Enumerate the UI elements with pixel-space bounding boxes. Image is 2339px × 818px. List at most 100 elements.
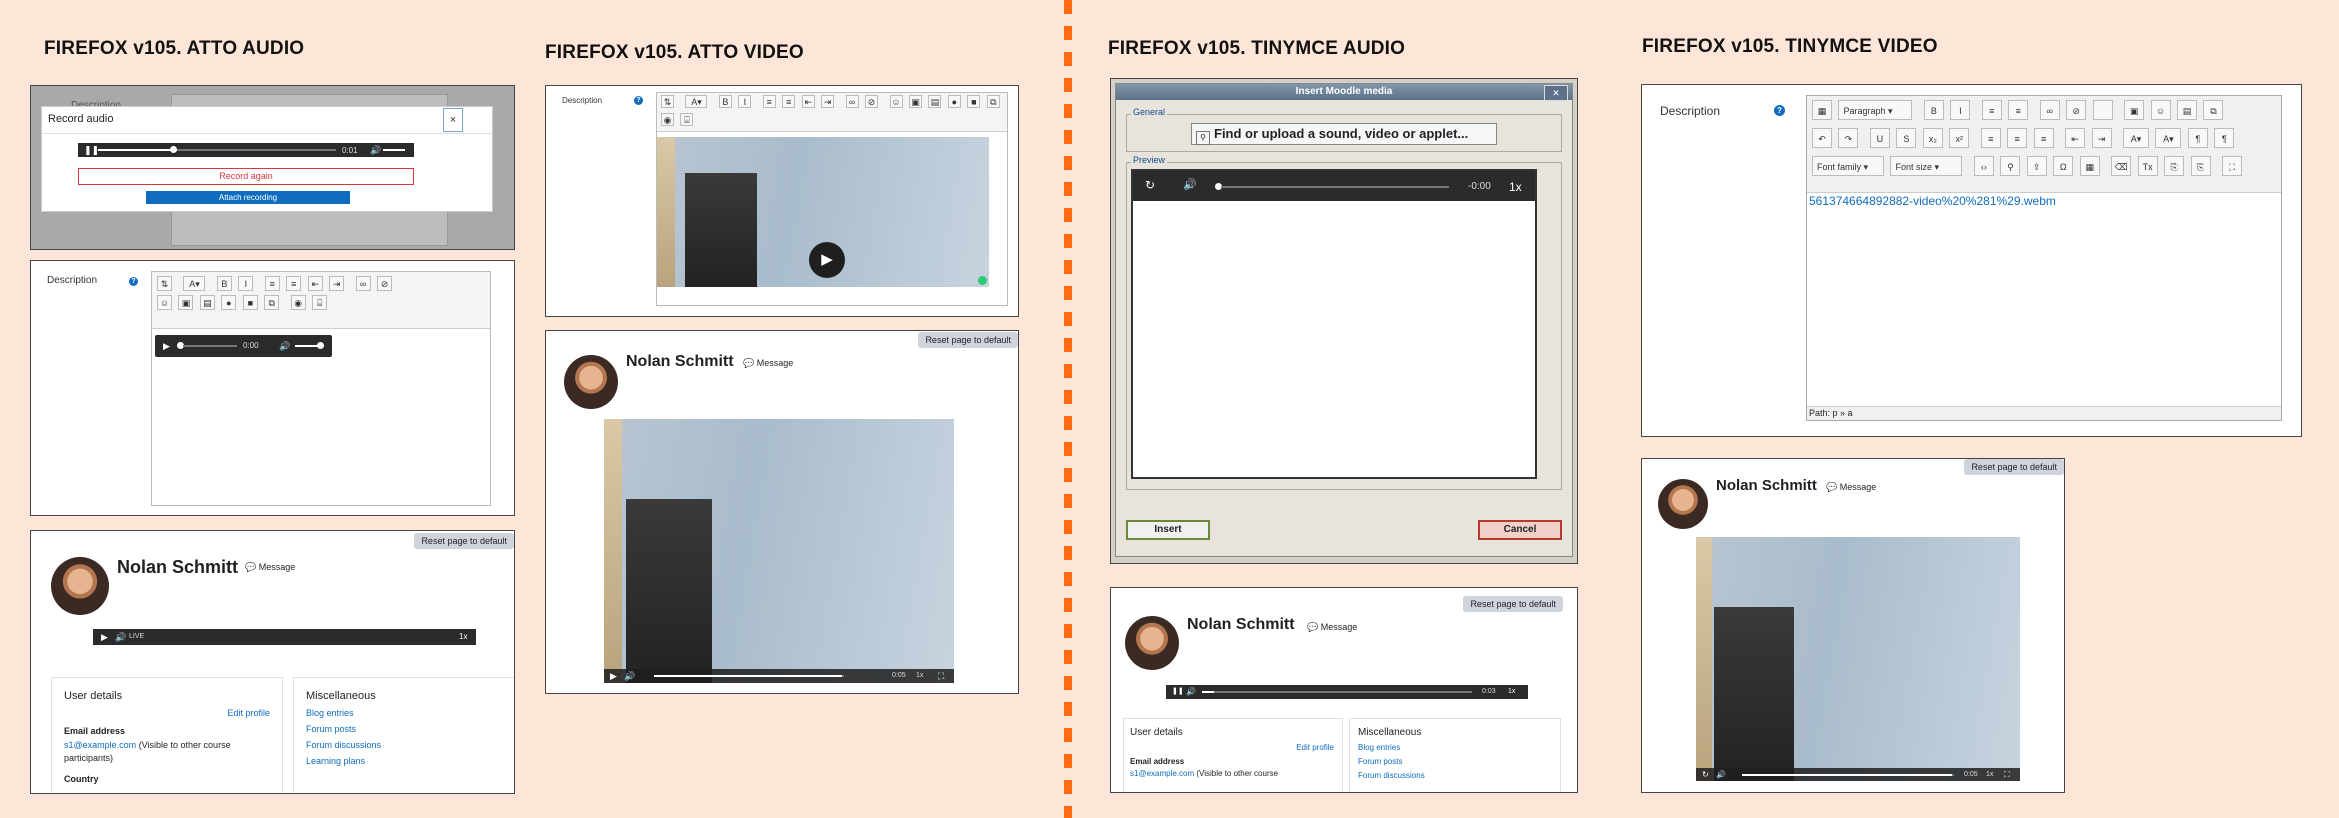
superscript-icon[interactable]: x² (1949, 128, 1970, 148)
strikethrough-icon[interactable]: S (1896, 128, 1917, 148)
redo-icon[interactable]: ↷ (1838, 128, 1859, 148)
speed-control[interactable]: 1x (916, 672, 923, 679)
speed-control[interactable]: 1x (459, 632, 467, 641)
toolbar-toggle-icon[interactable]: ▦ (1812, 100, 1832, 120)
bullet-list-icon[interactable]: ≡ (264, 276, 280, 291)
italic-icon[interactable]: I (238, 276, 254, 291)
atto-editor[interactable]: ⇅ A▾ B I ≡ ≡ ⇤ ⇥ ∞ ⊘ ☺ ▣ ▤ ● ■ ⧉ ◉ ⌸ (656, 92, 1008, 306)
tinymce-editor[interactable]: ▦ Paragraph ▾ B I ≡ ≡ ∞ ⊘ ▣ ☺ ▤ ⧉ ↶ ↷ U … (1806, 95, 2282, 421)
unlink-icon[interactable]: ⊘ (865, 95, 879, 108)
speed-control[interactable]: 1x (1509, 180, 1522, 194)
avatar[interactable] (564, 355, 618, 409)
avatar[interactable] (1658, 479, 1708, 529)
media-icon[interactable]: ▤ (199, 295, 215, 310)
bullet-list-icon[interactable]: ≡ (1981, 100, 2002, 120)
numbered-list-icon[interactable]: ≡ (286, 276, 302, 291)
message-link[interactable]: 💬 Message (245, 562, 295, 573)
paragraph-select[interactable]: Paragraph ▾ (1838, 100, 1913, 120)
pause-icon[interactable]: ❚❚ (1172, 687, 1184, 697)
volume-handle[interactable] (317, 342, 324, 349)
html-icon[interactable]: ⌸ (680, 113, 694, 126)
find-upload-button[interactable]: ⚲ Find or upload a sound, video or applet… (1191, 123, 1497, 145)
volume-icon[interactable]: 🔊 (115, 632, 126, 642)
table-icon[interactable]: ▦ (2079, 156, 2100, 176)
outdent-icon[interactable]: ⇤ (2065, 128, 2086, 148)
collapse-icon[interactable]: ⇅ (157, 276, 172, 291)
link-icon[interactable]: ∞ (2039, 100, 2060, 120)
indent-icon[interactable]: ⇥ (329, 276, 345, 291)
upload-icon[interactable]: ⇪ (2026, 156, 2047, 176)
image-icon[interactable]: ▣ (908, 95, 922, 108)
reset-page-button[interactable]: Reset page to default (918, 332, 1018, 348)
code-icon[interactable]: ‹› (1973, 156, 1994, 176)
speed-control[interactable]: 1x (1986, 771, 1993, 778)
profile-video[interactable]: ↻ 🔊 0:05 1x ⛶ (1696, 537, 2020, 781)
italic-icon[interactable]: I (738, 95, 752, 108)
text-color-icon[interactable]: A▾ (2122, 128, 2149, 148)
volume-icon[interactable]: 🔊 (1183, 180, 1197, 191)
anchor-icon[interactable] (2092, 100, 2113, 120)
blog-entries-link[interactable]: Blog entries (306, 708, 354, 718)
bold-icon[interactable]: B (718, 95, 732, 108)
paste-word-icon[interactable]: ⎘ (2190, 156, 2211, 176)
cancel-button[interactable]: Cancel (1478, 520, 1562, 540)
insert-button[interactable]: Insert (1126, 520, 1210, 540)
record-video-icon[interactable]: ■ (242, 295, 258, 310)
subscript-icon[interactable]: x₂ (1922, 128, 1943, 148)
atto-editor[interactable]: ⇅ A▾ B I ≡ ≡ ⇤ ⇥ ∞ ⊘ ☺ ▣ ▤ ● ■ ⧉ ◉ ⌸ (151, 271, 491, 506)
link-icon[interactable]: ∞ (845, 95, 859, 108)
collapse-icon[interactable]: ⇅ (661, 95, 674, 108)
bold-icon[interactable]: B (1923, 100, 1944, 120)
ltr-icon[interactable]: ¶ (2187, 128, 2208, 148)
unlink-icon[interactable]: ⊘ (2066, 100, 2087, 120)
edit-profile-link[interactable]: Edit profile (1296, 743, 1334, 752)
avatar[interactable] (51, 557, 109, 615)
edit-profile-link[interactable]: Edit profile (227, 708, 270, 718)
text-style-icon[interactable]: A▾ (685, 95, 708, 108)
message-link[interactable]: 💬 Message (743, 358, 793, 369)
help-icon[interactable]: ? (129, 277, 138, 286)
attach-recording-button[interactable]: Attach recording (146, 191, 350, 204)
reset-page-button[interactable]: Reset page to default (414, 533, 514, 549)
indent-icon[interactable]: ⇥ (821, 95, 835, 108)
indent-icon[interactable]: ⇥ (2091, 128, 2112, 148)
numbered-list-icon[interactable]: ≡ (2008, 100, 2029, 120)
play-icon[interactable]: ▶ (163, 341, 170, 351)
italic-icon[interactable]: I (1950, 100, 1971, 120)
link-icon[interactable]: ∞ (355, 276, 371, 291)
record-video-icon[interactable]: ■ (967, 95, 981, 108)
volume-icon[interactable]: 🔊 (279, 341, 290, 351)
reset-page-button[interactable]: Reset page to default (1964, 459, 2064, 475)
fullscreen-icon[interactable]: ⛶ (2221, 156, 2242, 176)
accessibility-icon[interactable]: ◉ (290, 295, 306, 310)
record-audio-icon[interactable]: ● (947, 95, 961, 108)
align-right-icon[interactable]: ≡ (2033, 128, 2054, 148)
numbered-list-icon[interactable]: ≡ (782, 95, 796, 108)
close-icon[interactable]: ✕ (1544, 85, 1568, 101)
help-icon[interactable]: ? (1774, 105, 1785, 116)
find-icon[interactable]: ⚲ (2000, 156, 2021, 176)
paste-text-icon[interactable]: ⎘ (2164, 156, 2185, 176)
clear-format-icon[interactable]: Tx (2137, 156, 2158, 176)
volume-icon[interactable]: 🔊 (370, 145, 381, 155)
forum-discussions-link[interactable]: Forum discussions (1358, 771, 1425, 780)
image-icon[interactable]: ▣ (178, 295, 194, 310)
underline-icon[interactable]: U (1869, 128, 1890, 148)
volume-icon[interactable]: 🔊 (1186, 687, 1196, 697)
learning-plans-link[interactable]: Learning plans (306, 756, 365, 766)
rtl-icon[interactable]: ¶ (2214, 128, 2235, 148)
message-link[interactable]: 💬 Message (1826, 482, 1876, 493)
blog-entries-link[interactable]: Blog entries (1358, 743, 1400, 752)
replay-icon[interactable]: ↻ (1145, 179, 1155, 191)
embedded-video[interactable]: ▶ (657, 137, 989, 287)
unlink-icon[interactable]: ⊘ (377, 276, 393, 291)
volume-icon[interactable]: 🔊 (624, 671, 635, 681)
record-again-button[interactable]: Record again (78, 168, 414, 185)
seek-handle[interactable] (170, 146, 177, 153)
media-icon[interactable]: ▤ (2176, 100, 2197, 120)
record-audio-icon[interactable]: ● (221, 295, 237, 310)
outdent-icon[interactable]: ⇤ (307, 276, 323, 291)
bold-icon[interactable]: B (216, 276, 232, 291)
manage-files-icon[interactable]: ⧉ (986, 95, 1000, 108)
emoji-icon[interactable]: ☺ (2150, 100, 2171, 120)
